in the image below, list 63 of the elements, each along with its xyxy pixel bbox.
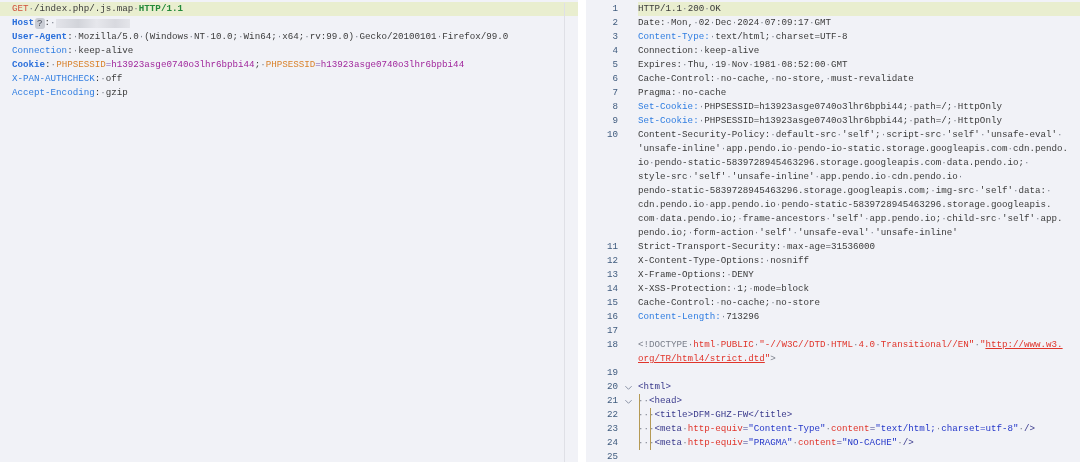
line-number: 10 xyxy=(606,128,618,142)
code-line: Date:·Mon,·02·Dec·2024·07:09:17·GMT xyxy=(638,16,832,30)
fold-caret-icon[interactable] xyxy=(624,383,633,392)
line-number: 25 xyxy=(606,450,618,462)
code-line: X-Content-Type-Options:·nosniff xyxy=(638,254,809,268)
code-line: Connection:·keep-alive xyxy=(11,44,135,58)
line-number: 22 xyxy=(606,408,618,422)
code-line: <!DOCTYPE·html·PUBLIC·"-//W3C//DTD·HTML·4.0·Transitional//EN"·"http://www.w3. xyxy=(638,338,1063,352)
code-line: Content-Length:·713296 xyxy=(638,310,760,324)
line-number: 14 xyxy=(606,282,618,296)
code-line: <html> xyxy=(638,380,672,394)
line-number: 18 xyxy=(606,338,618,352)
line-number: 23 xyxy=(606,422,618,436)
code-line: Connection:·keep-alive xyxy=(638,44,760,58)
code-line: Cache-Control:·no-cache;·no-store xyxy=(638,296,820,310)
code-line: Set-Cookie:·PHPSESSID=h13923asge0740o3lhr6bpbi44;·path=/;·HttpOnly xyxy=(638,114,1002,128)
code-line: HTTP/1.1·200·OK xyxy=(638,2,721,16)
code-line: ···<meta·http-equiv="PRAGMA"·content="NO-CACHE"·/> xyxy=(638,436,914,450)
line-number: 21 xyxy=(606,394,618,408)
line-number: 19 xyxy=(606,366,618,380)
code-line: io·pendo-static-5839728945463296.storage.googleapis.com·data.pendo.io;· xyxy=(638,156,1030,170)
code-line: style-src·'self'·'unsafe-inline'·app.pendo.io·cdn.pendo.io· xyxy=(638,170,964,184)
line-number: 11 xyxy=(606,240,618,254)
code-line: Cache-Control:·no-cache,·no-store,·must-revalidate xyxy=(638,72,914,86)
code-line: X-Frame-Options:·DENY xyxy=(638,268,754,282)
line-number: 20 xyxy=(606,380,618,394)
code-line: Pragma:·no-cache xyxy=(638,86,727,100)
code-line: Cookie:·PHPSESSID=h13923asge0740o3lhr6bpbi44;·PHPSESSID=h13923asge0740o3lhr6bpbi44 xyxy=(11,58,466,72)
code-line: Strict-Transport-Security:·max-age=31536000 xyxy=(638,240,876,254)
code-line: Expires:·Thu,·19·Nov·1981·08:52:00·GMT xyxy=(638,58,848,72)
line-number: 24 xyxy=(606,436,618,450)
code-line: pendo.io;·form-action·'self'·'unsafe-eval'·'unsafe-inline' xyxy=(638,226,958,240)
code-line: ···<meta·http-equiv="Content-Type"·content="text/html;·charset=utf-8"·/> xyxy=(638,422,1036,436)
code-line: cdn.pendo.io·app.pendo.io·pendo-static-5839728945463296.storage.googleapis. xyxy=(638,198,1052,212)
fold-caret-icon[interactable] xyxy=(624,397,633,406)
line-number: 5 xyxy=(612,58,618,72)
code-line: com·data.pendo.io;·frame-ancestors·'self'·app.pendo.io;·child-src·'self'·app. xyxy=(638,212,1063,226)
code-line: Set-Cookie:·PHPSESSID=h13923asge0740o3lhr6bpbi44;·path=/;·HttpOnly xyxy=(638,100,1002,114)
line-number: 9 xyxy=(612,114,618,128)
code-line: X-PAN-AUTHCHECK:·off xyxy=(11,72,124,86)
line-number: 4 xyxy=(612,44,618,58)
line-number: 17 xyxy=(606,324,618,338)
code-line: Content-Security-Policy:·default-src·'self';·script-src·'self'·'unsafe-eval'· xyxy=(638,128,1063,142)
code-line: User-Agent:·Mozilla/5.0·(Windows·NT·10.0;·Win64;·x64;·rv:99.0)·Gecko/20100101·Firefox/99.0 xyxy=(11,30,510,44)
line-number: 13 xyxy=(606,268,618,282)
code-line: Accept-Encoding:·gzip xyxy=(11,86,129,100)
code-line: 'unsafe-inline'·app.pendo.io·pendo-io-static.storage.googleapis.com·cdn.pendo. xyxy=(638,142,1069,156)
code-line: ···<title>DFM-GHZ-FW</title> xyxy=(638,408,793,422)
line-number: 3 xyxy=(612,30,618,44)
line-number: 1 xyxy=(612,2,618,16)
code-line: org/TR/html4/strict.dtd"> xyxy=(638,352,776,366)
line-number: 7 xyxy=(612,86,618,100)
code-line: X-XSS-Protection:·1;·mode=block xyxy=(638,282,809,296)
line-number: 15 xyxy=(606,296,618,310)
code-line: Host ? :· xyxy=(0,16,578,30)
code-line: Content-Type:·text/html;·charset=UTF-8 xyxy=(638,30,848,44)
line-number: 6 xyxy=(612,72,618,86)
code-line: pendo-static-5839728945463296.storage.googleapis.com;·img-src·'self'·data:· xyxy=(638,184,1052,198)
line-number: 8 xyxy=(612,100,618,114)
line-number: 16 xyxy=(606,310,618,324)
line-number: 12 xyxy=(606,254,618,268)
line-number: 2 xyxy=(612,16,618,30)
code-line: ··<head> xyxy=(638,394,683,408)
